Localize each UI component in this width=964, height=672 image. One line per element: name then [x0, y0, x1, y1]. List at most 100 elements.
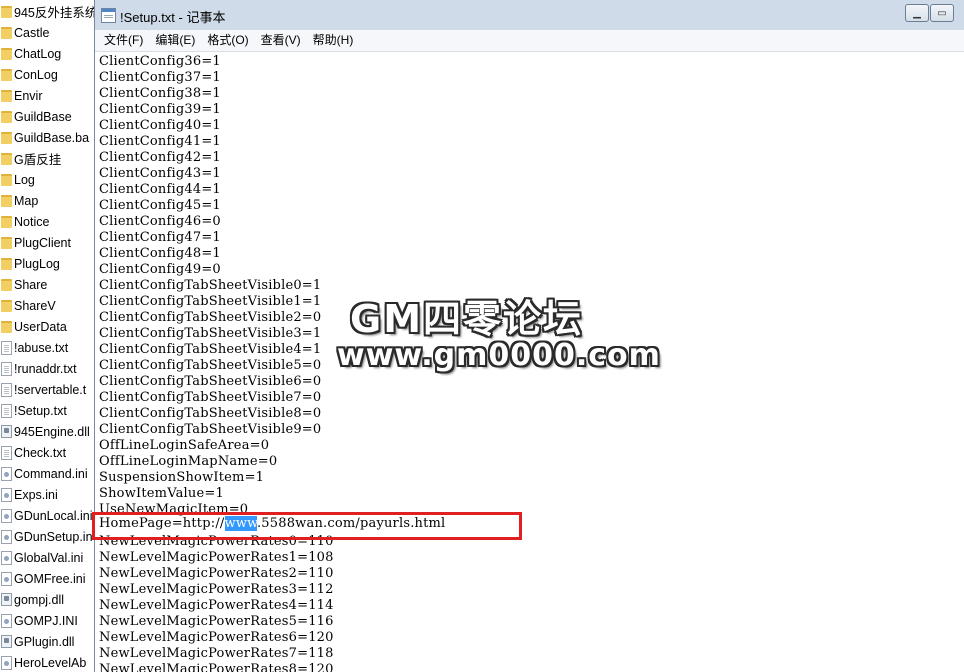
dll-file-icon: [1, 635, 12, 648]
notepad-window: !Setup.txt - 记事本 ▁ ▭ 文件(F) 编辑(E) 格式(O) 查…: [94, 0, 964, 672]
file-list-item[interactable]: Command.ini: [0, 463, 96, 484]
menu-view[interactable]: 查看(V): [255, 30, 307, 51]
text-line: ClientConfig48=1: [99, 246, 221, 261]
file-name: GOMFree.ini: [14, 571, 86, 586]
file-list-item[interactable]: !servertable.t: [0, 379, 96, 400]
text-line: ClientConfigTabSheetVisible9=0: [99, 422, 322, 437]
file-list-item[interactable]: !abuse.txt: [0, 337, 96, 358]
text-line: NewLevelMagicPowerRates2=110: [99, 566, 334, 581]
file-list-item[interactable]: ConLog: [0, 64, 96, 85]
file-name: GuildBase: [14, 109, 72, 124]
file-list-item[interactable]: GOMPJ.INI: [0, 610, 96, 631]
text-line: ClientConfig39=1: [99, 102, 221, 117]
menu-bar: 文件(F) 编辑(E) 格式(O) 查看(V) 帮助(H): [95, 30, 964, 52]
text-line: SuspensionShowItem=1: [99, 470, 265, 485]
file-list-item[interactable]: Check.txt: [0, 442, 96, 463]
file-list-item[interactable]: gompj.dll: [0, 589, 96, 610]
file-list-item[interactable]: ShareV: [0, 295, 96, 316]
text-line: NewLevelMagicPowerRates8=120: [99, 662, 334, 672]
file-name: Castle: [14, 25, 50, 40]
settings-file-icon: [1, 487, 12, 502]
file-list-item[interactable]: GuildBase.ba: [0, 127, 96, 148]
text-line: NewLevelMagicPowerRates4=114: [99, 598, 334, 613]
menu-file[interactable]: 文件(F): [95, 30, 149, 51]
file-name: 945反外挂系统: [14, 6, 96, 20]
text-file-icon: [1, 340, 12, 355]
text-line: OffLineLoginMapName=0: [99, 454, 278, 469]
file-list-item[interactable]: !runaddr.txt: [0, 358, 96, 379]
folder-icon: [1, 279, 12, 291]
maximize-button[interactable]: ▭: [930, 4, 954, 22]
menu-format[interactable]: 格式(O): [201, 30, 254, 51]
file-name: GuildBase.ba: [14, 130, 90, 145]
text-line: OffLineLoginSafeArea=0: [99, 438, 270, 453]
text-line: ClientConfig42=1: [99, 150, 221, 165]
text-line: ClientConfigTabSheetVisible8=0: [99, 406, 322, 421]
folder-icon: [1, 132, 12, 144]
file-name: Share: [14, 277, 48, 292]
file-name: GOMPJ.INI: [14, 613, 78, 628]
file-name: !Setup.txt: [14, 403, 67, 418]
folder-icon: [1, 69, 12, 81]
title-bar[interactable]: !Setup.txt - 记事本 ▁ ▭: [95, 0, 964, 30]
minimize-button[interactable]: ▁: [905, 4, 929, 22]
file-name: ChatLog: [14, 46, 62, 61]
folder-icon: [1, 258, 12, 270]
text-file-icon: [1, 361, 12, 376]
menu-help[interactable]: 帮助(H): [307, 30, 360, 51]
file-list-item[interactable]: Castle: [0, 22, 96, 43]
file-list-item[interactable]: GOMFree.ini: [0, 568, 96, 589]
file-list-item[interactable]: Envir: [0, 85, 96, 106]
file-list-item[interactable]: Log: [0, 169, 96, 190]
file-name: GDunLocal.ini: [14, 508, 93, 523]
file-list-item[interactable]: ChatLog: [0, 43, 96, 64]
text-line: NewLevelMagicPowerRates7=118: [99, 646, 334, 661]
text-line: ClientConfig47=1: [99, 230, 221, 245]
homepage-line: HomePage=http://www.5588wan.com/payurls.…: [99, 516, 446, 532]
text-line: ClientConfigTabSheetVisible7=0: [99, 390, 322, 405]
folder-icon: [1, 216, 12, 228]
file-list-item[interactable]: PlugLog: [0, 253, 96, 274]
homepage-prefix: HomePage=http://: [99, 516, 225, 531]
folder-icon: [1, 48, 12, 60]
settings-file-icon: [1, 571, 12, 586]
text-file-icon: [1, 382, 12, 397]
file-list-item[interactable]: UserData: [0, 316, 96, 337]
text-line: ClientConfig44=1: [99, 182, 221, 197]
text-line: ShowItemValue=1: [99, 486, 224, 501]
file-name: GlobalVal.ini: [14, 550, 84, 565]
file-list-item[interactable]: 945反外挂系统: [0, 1, 96, 22]
file-name: UserData: [14, 319, 67, 334]
file-name: HeroLevelAb: [14, 655, 87, 670]
settings-file-icon: [1, 550, 12, 565]
text-line: ClientConfigTabSheetVisible0=1: [99, 278, 322, 293]
file-list-item[interactable]: Notice: [0, 211, 96, 232]
settings-file-icon: [1, 655, 12, 670]
file-name: Notice: [14, 214, 50, 229]
text-line: NewLevelMagicPowerRates1=108: [99, 550, 334, 565]
minimize-icon: ▁: [913, 7, 921, 19]
selected-text[interactable]: www: [224, 516, 257, 531]
file-list-item[interactable]: Share: [0, 274, 96, 295]
text-editor[interactable]: ClientConfig36=1 ClientConfig37=1 ClientCo…: [95, 52, 964, 672]
settings-file-icon: [1, 466, 12, 481]
folder-icon: [1, 27, 12, 39]
menu-edit[interactable]: 编辑(E): [149, 30, 201, 51]
file-name: ConLog: [14, 67, 58, 82]
file-list-item[interactable]: Exps.ini: [0, 484, 96, 505]
file-list-item[interactable]: G盾反挂: [0, 148, 96, 169]
text-line: ClientConfigTabSheetVisible2=0: [99, 310, 322, 325]
folder-icon: [1, 6, 12, 18]
text-file-icon: [1, 445, 12, 460]
file-list-item[interactable]: 945Engine.dll: [0, 421, 96, 442]
file-name: Log: [14, 172, 35, 187]
file-list-item[interactable]: PlugClient: [0, 232, 96, 253]
file-list-item[interactable]: !Setup.txt: [0, 400, 96, 421]
file-list-item[interactable]: GuildBase: [0, 106, 96, 127]
file-list-item[interactable]: GPlugin.dll: [0, 631, 96, 652]
file-list-item[interactable]: GDunSetup.in: [0, 526, 96, 547]
file-list-item[interactable]: HeroLevelAb: [0, 652, 96, 672]
file-list-item[interactable]: GlobalVal.ini: [0, 547, 96, 568]
file-list-item[interactable]: GDunLocal.ini: [0, 505, 96, 526]
file-list-item[interactable]: Map: [0, 190, 96, 211]
